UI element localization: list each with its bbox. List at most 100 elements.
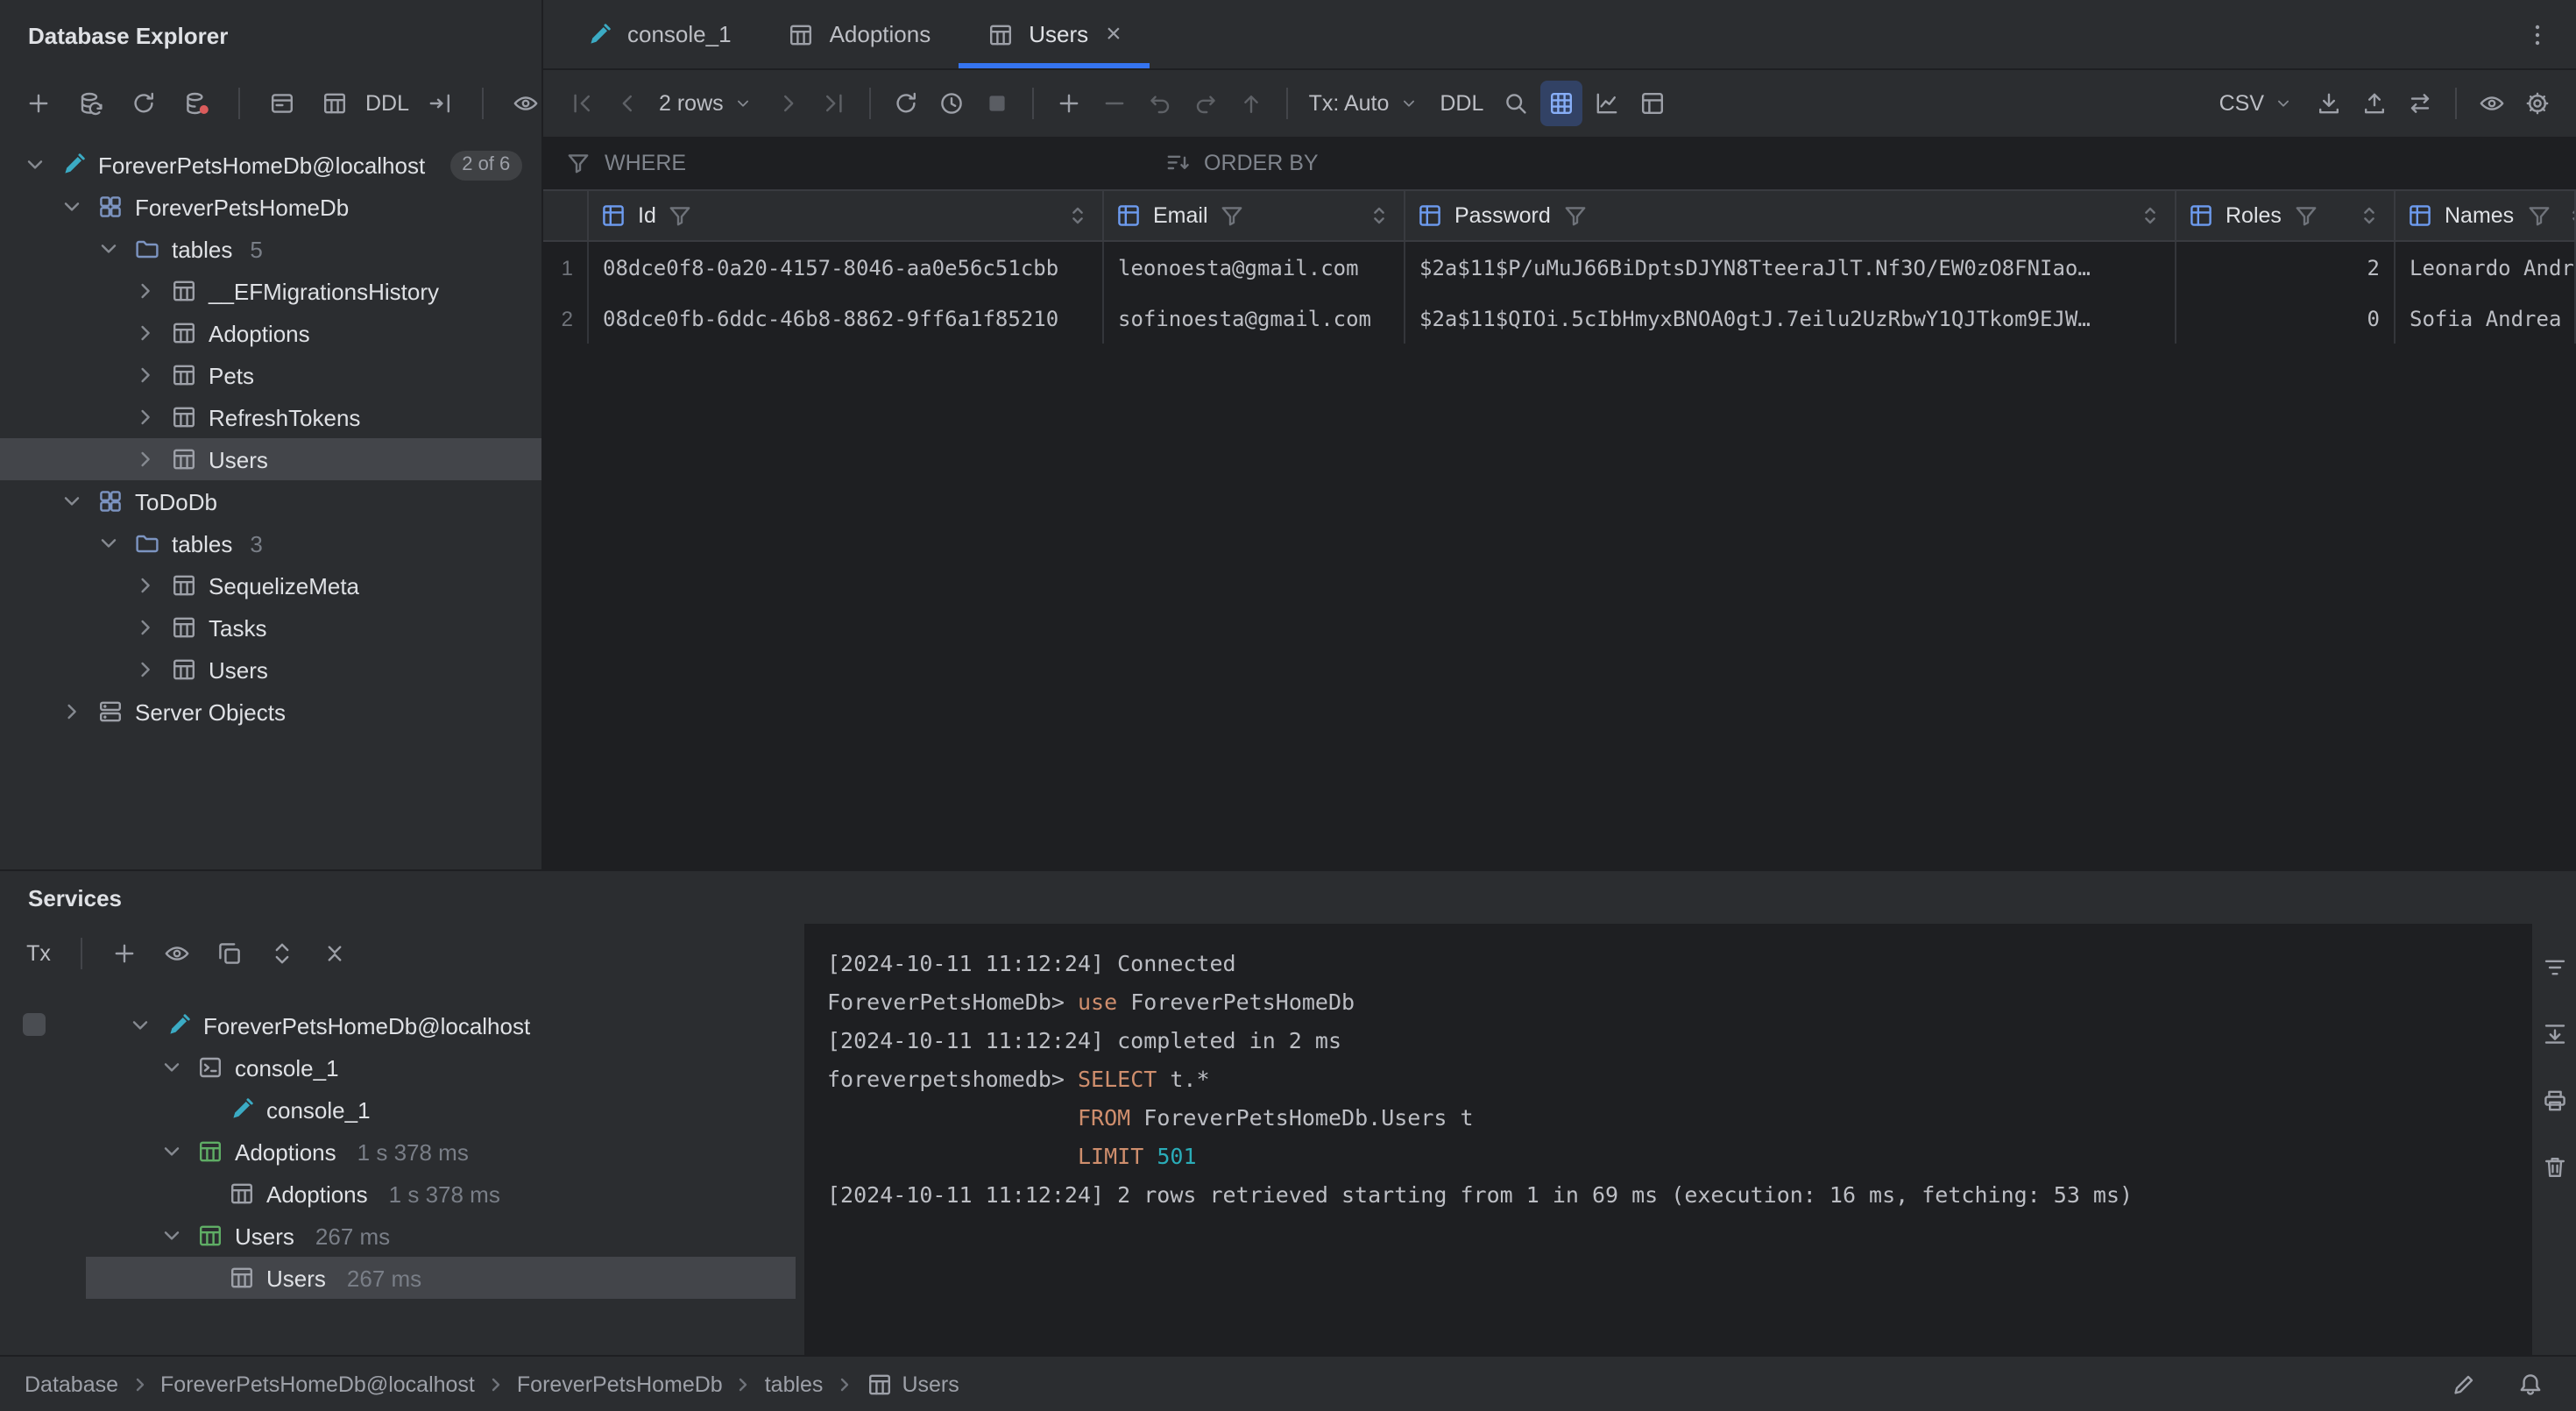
column-sort-icon[interactable]	[1064, 202, 1092, 230]
notifications-button[interactable]	[2509, 1361, 2551, 1407]
explorer-item-foreverpetshomedb-localhost[interactable]: ForeverPetsHomeDb@localhost2 of 6	[0, 144, 541, 186]
cell-id[interactable]: 08dce0fb-6ddc-46b8-8862-9ff6a1f85210	[589, 293, 1104, 344]
next-page-button[interactable]	[768, 81, 810, 126]
breadcrumb-users[interactable]: Users	[865, 1370, 959, 1398]
explorer-item-foreverpetshomedb[interactable]: ForeverPetsHomeDb	[0, 186, 541, 228]
last-page-button[interactable]	[813, 81, 855, 126]
row-number[interactable]: 1	[543, 242, 589, 293]
data-view-options-button[interactable]	[2471, 81, 2513, 126]
console-output[interactable]: [2024-10-11 11:12:24] ConnectedForeverPe…	[806, 924, 2530, 1355]
view-options-button[interactable]	[505, 81, 543, 126]
sync-datasource-button[interactable]	[70, 81, 112, 126]
open-in-new-tab-button[interactable]	[209, 931, 251, 976]
services-view-options-button[interactable]	[156, 931, 198, 976]
explorer-item-efmigrationshistory[interactable]: __EFMigrationsHistory	[0, 270, 541, 312]
cell-password[interactable]: $2a$11$P/uMuJ66BiDptsDJYN8TteeraJlT.Nf3O…	[1405, 242, 2176, 293]
explorer-item-pets[interactable]: Pets	[0, 354, 541, 396]
cell-email[interactable]: sofinoesta@gmail.com	[1104, 293, 1405, 344]
explorer-item-server-objects[interactable]: Server Objects	[0, 691, 541, 733]
column-sort-icon[interactable]	[2355, 202, 2383, 230]
row-number[interactable]: 2	[543, 293, 589, 344]
add-row-button[interactable]	[1048, 81, 1090, 126]
column-sort-icon[interactable]	[2136, 202, 2164, 230]
column-header-password[interactable]: Password	[1405, 189, 2176, 242]
transaction-filter-button[interactable]: Tx	[18, 931, 60, 976]
scroll-to-end-button[interactable]	[2533, 1011, 2575, 1057]
explorer-item-sequelizemeta[interactable]: SequelizeMeta	[0, 564, 541, 606]
column-header-roles[interactable]: Roles	[2176, 189, 2396, 242]
column-filter-icon[interactable]	[1219, 202, 1247, 230]
editor-mode-indicator[interactable]	[2443, 1361, 2485, 1407]
order-by-filter[interactable]: ORDER BY	[1143, 149, 1340, 177]
collapse-all-button[interactable]	[314, 931, 356, 976]
tab-users[interactable]: Users×	[959, 0, 1149, 68]
cell-password[interactable]: $2a$11$QIOi.5cIbHmyxBNOA0gtJ.7eilu2UzRbw…	[1405, 293, 2176, 344]
import-data-button[interactable]	[2353, 81, 2396, 126]
column-filter-icon[interactable]	[1561, 202, 1589, 230]
cell-roles[interactable]: 2	[2176, 242, 2396, 293]
stop-button[interactable]	[976, 81, 1018, 126]
jump-to-ddl-button[interactable]	[419, 81, 461, 126]
cell-id[interactable]: 08dce0f8-0a20-4157-8046-aa0e56c51cbb	[589, 242, 1104, 293]
new-item-button[interactable]	[18, 81, 60, 126]
ddl-viewer-button[interactable]: DDL	[366, 81, 408, 126]
explorer-item-adoptions[interactable]: Adoptions	[0, 312, 541, 354]
service-item-console-1[interactable]: console_1	[86, 1088, 796, 1131]
cell-names[interactable]: Sofia Andrea	[2396, 293, 2576, 344]
tab-adoptions[interactable]: Adoptions	[760, 0, 959, 68]
service-item-users[interactable]: Users267 ms	[86, 1215, 796, 1257]
service-item-foreverpetshomedb-localhost[interactable]: ForeverPetsHomeDb@localhost	[86, 1004, 796, 1046]
explorer-item-tasks[interactable]: Tasks	[0, 606, 541, 649]
settings-button[interactable]	[2516, 81, 2558, 126]
expand-all-button[interactable]	[261, 931, 303, 976]
breadcrumb-database[interactable]: Database	[25, 1372, 118, 1396]
revert-button[interactable]	[1139, 81, 1181, 126]
submit-button[interactable]	[1230, 81, 1272, 126]
column-sort-icon[interactable]	[2563, 202, 2576, 230]
explorer-item-tables[interactable]: tables5	[0, 228, 541, 270]
explorer-item-users[interactable]: Users	[0, 649, 541, 691]
service-item-adoptions[interactable]: Adoptions1 s 378 ms	[86, 1131, 796, 1173]
explorer-item-tododb[interactable]: ToDoDb	[0, 480, 541, 522]
disconnect-button[interactable]	[175, 81, 217, 126]
clear-console-button[interactable]	[2533, 1145, 2575, 1190]
transaction-mode-dropdown[interactable]: Tx: Auto	[1302, 81, 1430, 126]
tab-console-1[interactable]: console_1	[557, 0, 760, 68]
delete-row-button[interactable]	[1093, 81, 1136, 126]
refresh-objects-button[interactable]	[123, 81, 165, 126]
service-item-users[interactable]: Users267 ms	[86, 1257, 796, 1299]
previous-page-button[interactable]	[606, 81, 648, 126]
breadcrumb-foreverpetshomedb-localhost[interactable]: ForeverPetsHomeDb@localhost	[160, 1372, 475, 1396]
ddl-button[interactable]: DDL	[1433, 81, 1490, 126]
transpose-view-toggle[interactable]	[1631, 81, 1673, 126]
export-data-button[interactable]	[2308, 81, 2350, 126]
open-console-button[interactable]	[261, 81, 303, 126]
first-page-button[interactable]	[561, 81, 603, 126]
add-service-button[interactable]	[103, 931, 145, 976]
reload-data-button[interactable]	[885, 81, 927, 126]
auto-refresh-button[interactable]	[931, 81, 973, 126]
chart-view-toggle[interactable]	[1585, 81, 1627, 126]
console-filter-button[interactable]	[2533, 945, 2575, 990]
column-header-id[interactable]: Id	[589, 189, 1104, 242]
grid-view-toggle[interactable]	[1539, 81, 1582, 126]
column-filter-icon[interactable]	[2524, 202, 2552, 230]
find-button[interactable]	[1494, 81, 1536, 126]
service-item-adoptions[interactable]: Adoptions1 s 378 ms	[86, 1173, 796, 1215]
explorer-item-users[interactable]: Users	[0, 438, 541, 480]
redo-button[interactable]	[1185, 81, 1227, 126]
cell-names[interactable]: Leonardo Andr	[2396, 242, 2576, 293]
open-data-button[interactable]	[314, 81, 356, 126]
service-checkbox[interactable]	[23, 1013, 46, 1036]
column-header-names[interactable]: Names	[2396, 189, 2576, 242]
export-format-dropdown[interactable]: CSV	[2212, 81, 2304, 126]
explorer-item-refreshtokens[interactable]: RefreshTokens	[0, 396, 541, 438]
print-button[interactable]	[2533, 1078, 2575, 1124]
column-header-email[interactable]: Email	[1104, 189, 1405, 242]
tab-options-button[interactable]	[2516, 11, 2558, 57]
page-size-dropdown[interactable]: 2 rows	[652, 81, 764, 126]
close-tab-button[interactable]: ×	[1106, 21, 1122, 47]
column-filter-icon[interactable]	[2292, 202, 2320, 230]
breadcrumb-foreverpetshomedb[interactable]: ForeverPetsHomeDb	[517, 1372, 723, 1396]
service-item-console-1[interactable]: console_1	[86, 1046, 796, 1088]
